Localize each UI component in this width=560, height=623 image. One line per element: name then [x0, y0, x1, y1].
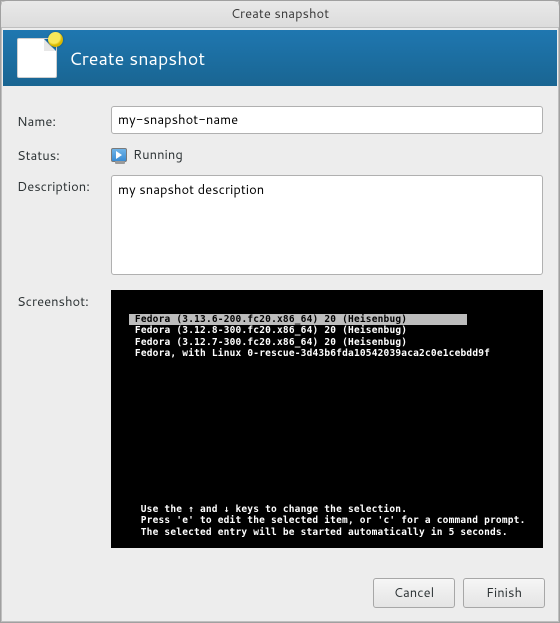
- name-input[interactable]: [111, 106, 543, 134]
- cancel-button[interactable]: Cancel: [373, 578, 455, 608]
- status-value: Running: [133, 146, 183, 164]
- form: Name: Status: Running Description: Scree…: [1, 88, 559, 568]
- status-row: Status: Running: [17, 144, 543, 165]
- boot-menu: Fedora (3.13.6-200.fc20.x86_64) 20 (Heis…: [123, 310, 535, 360]
- boot-hint: Use the ↑ and ↓ keys to change the selec…: [123, 504, 535, 538]
- name-row: Name:: [17, 106, 543, 134]
- description-input[interactable]: [111, 175, 543, 275]
- monitor-running-icon: [111, 148, 127, 162]
- dialog-window: Create snapshot Create snapshot Name: St…: [0, 0, 560, 623]
- snapshot-icon: [17, 38, 57, 78]
- titlebar[interactable]: Create snapshot: [1, 1, 559, 28]
- description-row: Description:: [17, 175, 543, 280]
- banner: Create snapshot: [3, 30, 557, 86]
- boot-entry: Fedora (3.12.7-300.fc20.x86_64) 20 (Heis…: [129, 337, 535, 348]
- screenshot-label: Screenshot:: [17, 290, 111, 311]
- status-label: Status:: [17, 144, 111, 165]
- banner-title: Create snapshot: [69, 45, 205, 71]
- finish-button[interactable]: Finish: [463, 578, 545, 608]
- boot-entry: Fedora (3.13.6-200.fc20.x86_64) 20 (Heis…: [129, 314, 467, 325]
- screenshot-row: Screenshot: Fedora (3.13.6-200.fc20.x86_…: [17, 290, 543, 548]
- boot-entry: Fedora, with Linux 0-rescue-3d43b6fda105…: [129, 348, 535, 359]
- window-title: Create snapshot: [231, 5, 329, 23]
- boot-entry: Fedora (3.12.8-300.fc20.x86_64) 20 (Heis…: [129, 325, 535, 336]
- button-bar: Cancel Finish: [1, 568, 559, 622]
- name-label: Name:: [17, 110, 111, 131]
- description-label: Description:: [17, 175, 111, 196]
- screenshot-preview: Fedora (3.13.6-200.fc20.x86_64) 20 (Heis…: [111, 290, 543, 548]
